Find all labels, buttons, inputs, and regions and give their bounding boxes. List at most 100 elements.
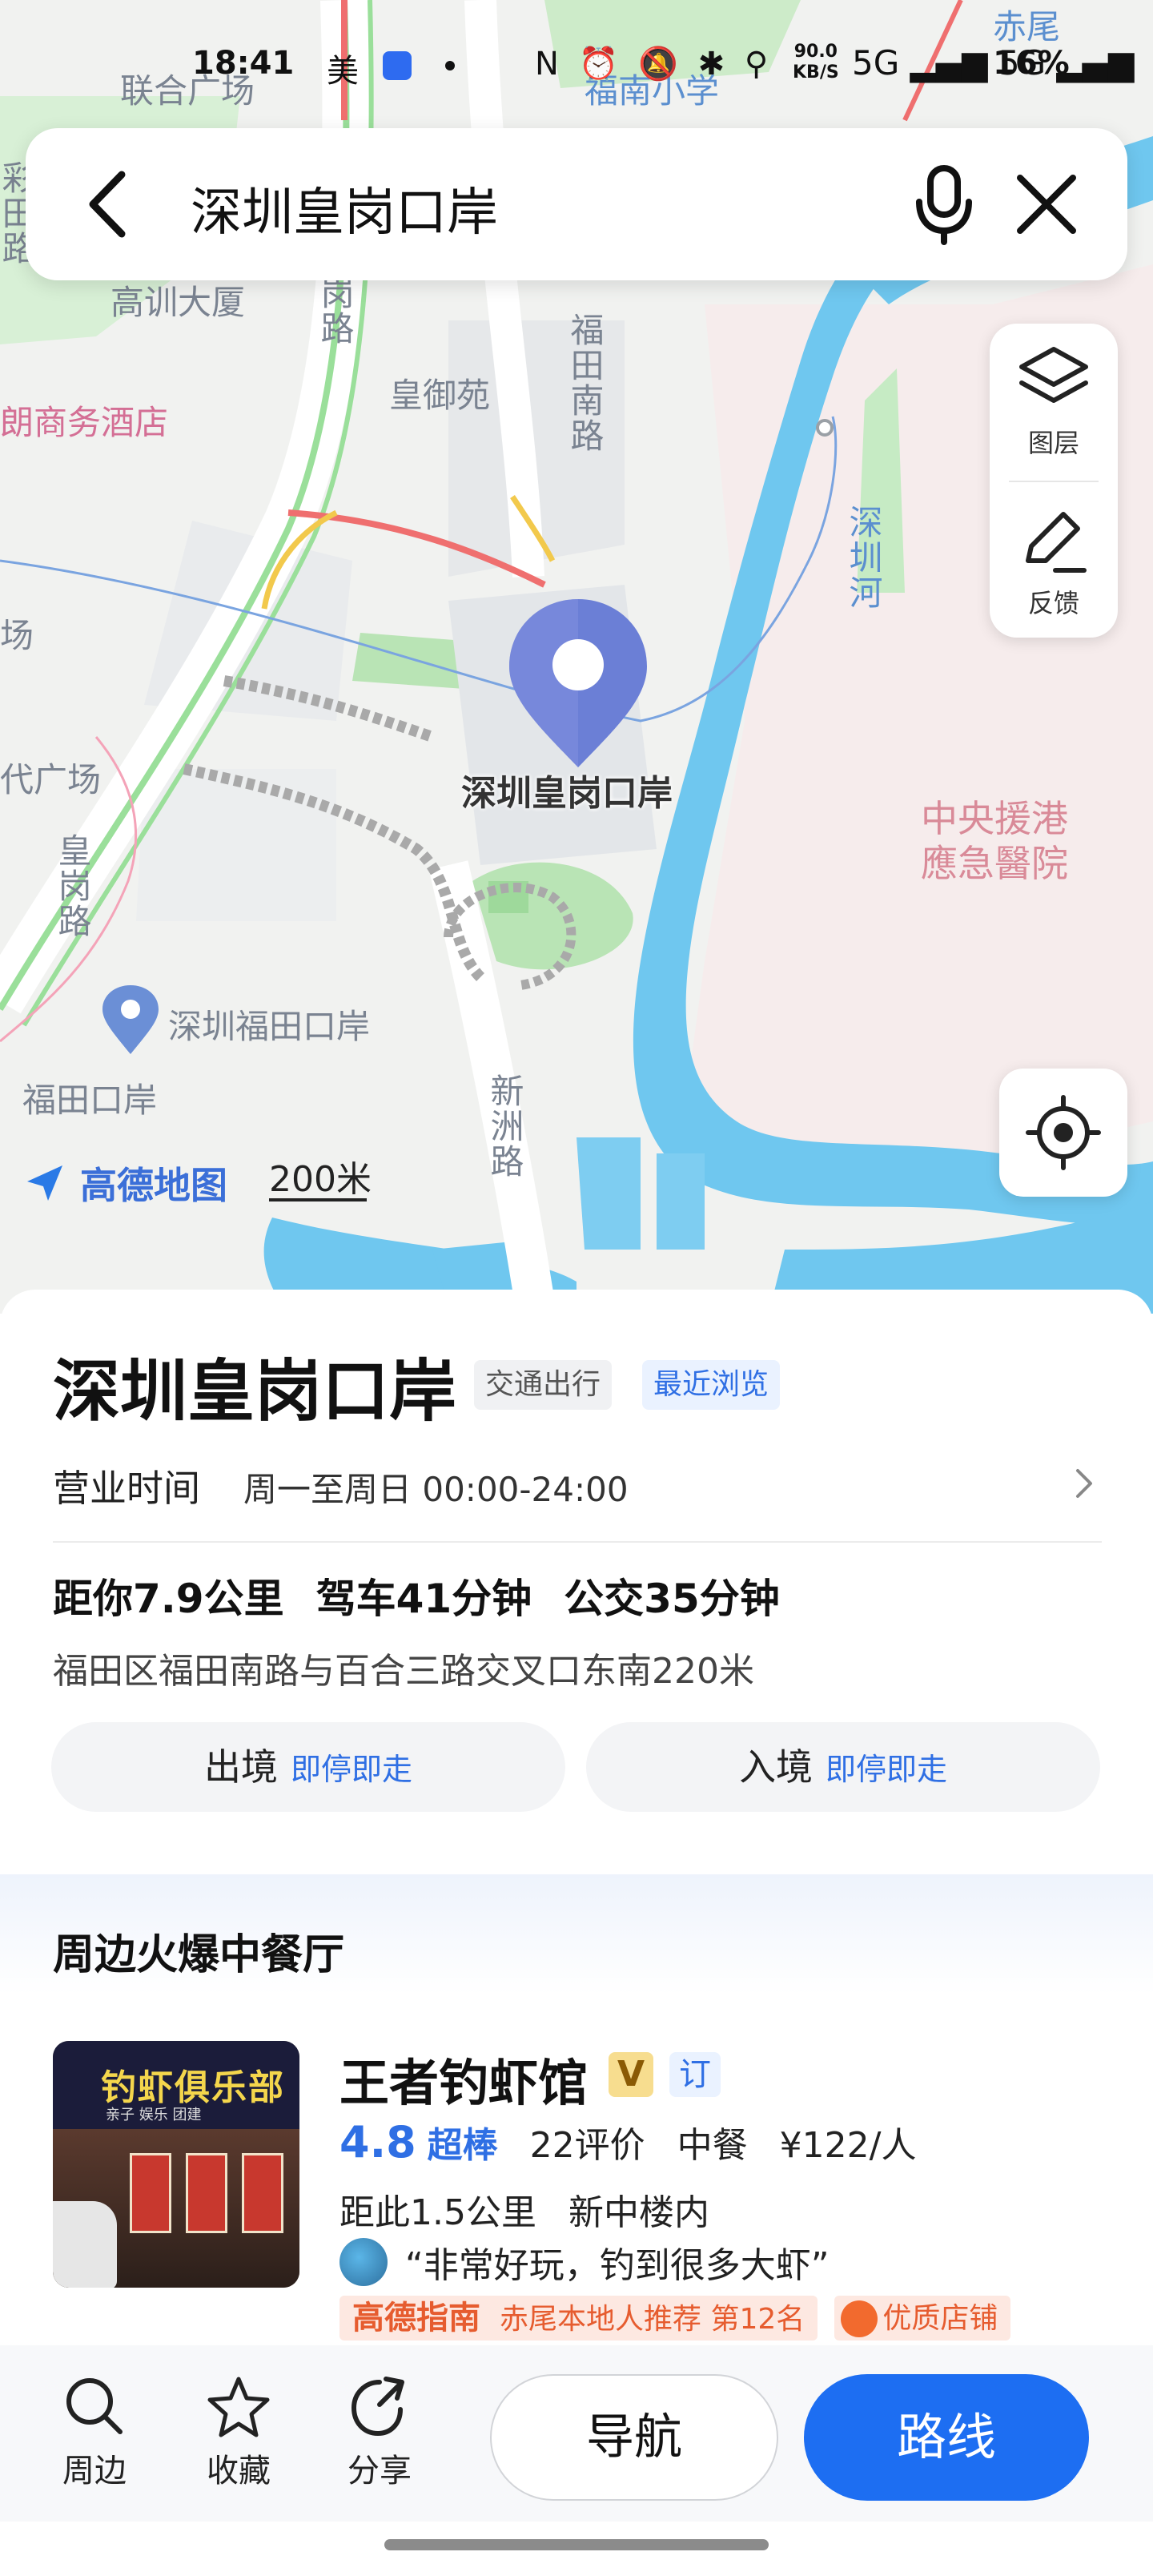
drive-time: 驾车41分钟 <box>315 1576 532 1622</box>
business-hours-row[interactable]: 营业时间 周一至周日 00:00-24:00 <box>53 1451 1102 1515</box>
avatar <box>339 2238 388 2286</box>
layers-button[interactable]: 图层 <box>990 324 1118 476</box>
map-label-xinzhou-road: 新洲路 <box>485 1073 524 1179</box>
status-time: 18:41 <box>192 45 295 82</box>
map-label-futian-port-station: 福田口岸 <box>22 1081 158 1120</box>
favorite-label: 收藏 <box>207 2453 271 2489</box>
pond-2 <box>576 1137 641 1250</box>
restaurant-location-row: 距此1.5公里 新中楼内 <box>339 2184 730 2235</box>
share-button[interactable]: 分享 <box>331 2374 428 2491</box>
guide-badge: 高德指南 赤尾本地人推荐 第12名 <box>339 2296 818 2341</box>
map-logo: 高德地图 <box>22 1157 228 1207</box>
restaurant-location: 新中楼内 <box>568 2192 709 2233</box>
entry-sub: 即停即走 <box>825 1752 947 1787</box>
price-per-person: ¥122/人 <box>779 2125 917 2166</box>
review-quote-row: “非常好玩，钓到很多大虾” <box>339 2236 830 2288</box>
share-label: 分享 <box>348 2453 412 2489</box>
share-icon <box>351 2377 404 2437</box>
green-strip <box>352 633 464 689</box>
app-notification-icon <box>383 51 412 80</box>
photo-sign-text: 钓虾俱乐部 <box>101 2067 285 2108</box>
rating-row: 4.8 超棒 22评价 中餐 ¥122/人 <box>339 2116 916 2167</box>
map-label-huangyuyuan: 皇御苑 <box>389 376 491 415</box>
distance-text: 距你7.9公里 <box>53 1576 284 1622</box>
nearby-button[interactable]: 周边 <box>46 2374 143 2491</box>
location-pin-icon[interactable] <box>504 596 652 772</box>
map-label-huanggang-top: 岗路 <box>315 276 355 346</box>
nearby-heading: 周边火爆中餐厅 <box>53 1931 345 1979</box>
layers-label: 图层 <box>1027 428 1079 458</box>
close-icon[interactable] <box>1002 160 1091 248</box>
home-indicator[interactable] <box>384 2539 769 2550</box>
restaurant-distance: 距此1.5公里 <box>339 2192 536 2233</box>
star-icon <box>207 2377 270 2437</box>
exit-label: 出境 <box>203 1745 278 1789</box>
restaurant-photo[interactable]: 钓虾俱乐部 亲子 娱乐 团建 <box>53 2041 299 2288</box>
more-notifications-icon <box>445 61 455 70</box>
quality-text: 优质店铺 <box>882 2302 998 2335</box>
photo-car <box>53 2201 117 2288</box>
status-bar: 18:41 美 N ⏰ 🔕 ✱ ⚲ 90.0 KB/S 5G ▂▄▆ 5G ▂▄… <box>0 40 1153 96</box>
map-label-gaoxun: 高训大厦 <box>110 283 246 322</box>
navigate-button[interactable]: 导航 <box>490 2374 778 2501</box>
search-bar[interactable]: 深圳皇岗口岸 <box>26 128 1127 280</box>
review-quote: “非常好玩，钓到很多大虾” <box>405 2245 830 2286</box>
poi-pin-icon[interactable] <box>99 984 162 1056</box>
locate-icon <box>1026 1095 1101 1170</box>
rating-text: 超棒 <box>427 2125 498 2166</box>
recent-tag: 最近浏览 <box>642 1360 781 1410</box>
map-scale-bar <box>269 1198 367 1201</box>
transit-time: 公交35分钟 <box>564 1576 780 1622</box>
travel-summary: 距你7.9公里 驾车41分钟 公交35分钟 <box>53 1567 812 1624</box>
hours-value: 周一至周日 00:00-24:00 <box>243 1470 629 1509</box>
network-speed: 90.0 KB/S <box>793 42 839 83</box>
category-tag: 交通出行 <box>474 1360 613 1410</box>
network-speed-unit: KB/S <box>793 62 839 83</box>
feedback-label: 反馈 <box>1027 588 1079 618</box>
booking-badge: 订 <box>669 2052 721 2097</box>
map-logo-text: 高德地图 <box>80 1164 228 1207</box>
exit-button[interactable]: 出境 即停即走 <box>51 1722 565 1812</box>
favorite-button[interactable]: 收藏 <box>191 2374 287 2491</box>
search-icon <box>66 2378 123 2434</box>
restaurant-card[interactable]: 钓虾俱乐部 亲子 娱乐 团建 王者钓虾馆 V 订 4.8 超棒 22评价 中餐 … <box>0 2019 1153 2341</box>
battery-level: 16% <box>993 45 1070 82</box>
microphone-icon[interactable] <box>900 160 988 248</box>
nearby-section-header: 周边火爆中餐厅 <box>0 1874 1153 1994</box>
place-title: 深圳皇岗口岸 <box>53 1352 457 1431</box>
badges-row: 高德指南 赤尾本地人推荐 第12名 优质店铺 <box>339 2296 1011 2341</box>
edit-feedback-icon <box>1026 512 1087 573</box>
green-blob <box>472 862 633 970</box>
guide-brand: 高德指南 <box>352 2300 480 2337</box>
review-count: 22评价 <box>529 2125 645 2166</box>
entry-label: 入境 <box>738 1745 813 1789</box>
photo-poster <box>130 2153 171 2233</box>
back-arrow-icon[interactable] <box>66 160 154 248</box>
quality-icon <box>841 2300 878 2337</box>
pond-3 <box>657 1153 705 1250</box>
divider <box>53 1541 1102 1543</box>
verified-badge: V <box>609 2052 653 2097</box>
restaurant-name[interactable]: 王者钓虾馆 <box>339 2043 588 2115</box>
map-label-shenzhen-river: 深圳河 <box>844 505 883 610</box>
locate-button[interactable] <box>999 1069 1127 1197</box>
map-label-chang: 场 <box>0 616 34 655</box>
map-label-hotel: 朗商务酒店 <box>0 403 169 442</box>
photo-sign-sub: 亲子 娱乐 团建 <box>106 2107 202 2123</box>
hours-label: 营业时间 <box>53 1467 200 1510</box>
amap-logo-icon <box>27 1165 62 1201</box>
map-label-huanggang-left: 皇岗路 <box>53 833 92 939</box>
entry-button[interactable]: 入境 即停即走 <box>586 1722 1100 1812</box>
block-4 <box>136 769 336 921</box>
layers-icon <box>1019 347 1088 403</box>
cuisine-type: 中餐 <box>677 2125 748 2166</box>
map-view[interactable]: 联合广场 福南小学 赤尾 高训大厦 朗商务酒店 皇御苑 福田南路 岗路 深圳河 … <box>0 0 1153 1314</box>
quality-badge: 优质店铺 <box>834 2296 1011 2341</box>
route-button[interactable]: 路线 <box>804 2374 1089 2501</box>
map-scale-text: 200米 <box>269 1159 372 1200</box>
map-label-futian-port: 深圳福田口岸 <box>168 1007 371 1046</box>
search-query[interactable]: 深圳皇岗口岸 <box>191 171 498 245</box>
subway-node <box>816 419 834 437</box>
feedback-button[interactable]: 反馈 <box>990 484 1118 636</box>
nearby-label: 周边 <box>62 2453 127 2489</box>
